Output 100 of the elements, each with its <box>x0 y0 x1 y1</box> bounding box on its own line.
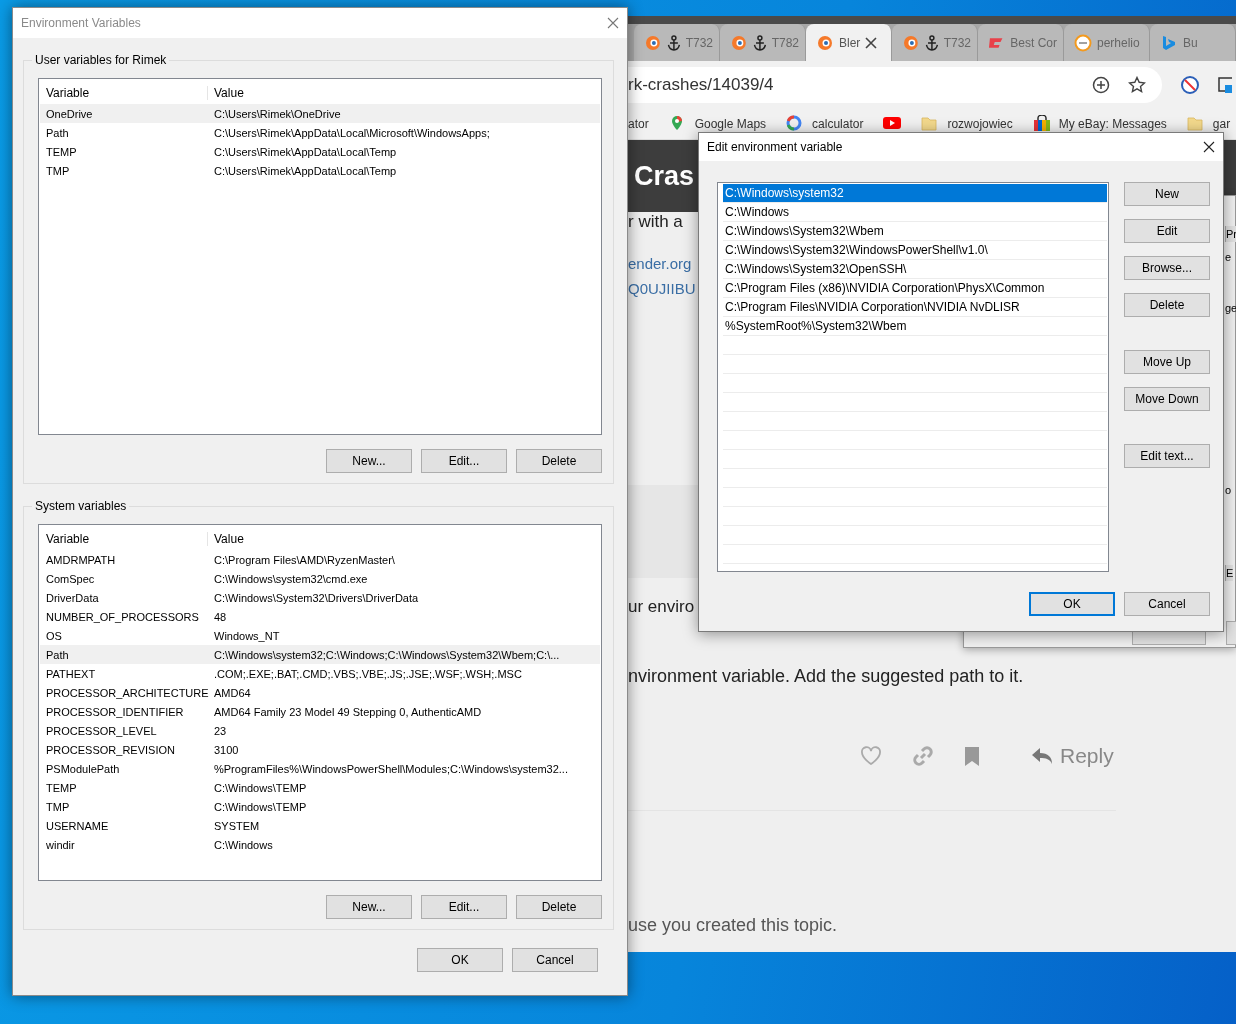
variable-row[interactable]: OneDrive C:\Users\Rimek\OneDrive <box>40 104 600 123</box>
variable-row[interactable]: PROCESSOR_IDENTIFIER AMD64 Family 23 Model 49 Stepping 0, AuthenticAMD <box>40 702 600 721</box>
column-header[interactable]: Variable <box>40 86 208 100</box>
dialog-button[interactable]: Move Down <box>1124 387 1210 411</box>
blocked-icon[interactable] <box>1180 75 1200 95</box>
variable-name: PROCESSOR_IDENTIFIER <box>45 705 185 718</box>
address-bar[interactable]: rk-crashes/14039/4 <box>628 67 1162 103</box>
variable-name: TEMP <box>45 145 78 158</box>
variable-name: AMDRMPATH <box>45 553 117 566</box>
variable-value: C:\Users\Rimek\AppData\Local\Temp <box>213 164 397 177</box>
dialog-button[interactable]: New <box>1124 182 1210 206</box>
link[interactable]: Q0UJIIBU <box>628 276 696 301</box>
bookmark[interactable]: calculator <box>786 115 864 133</box>
variable-value: AMD64 <box>213 686 251 699</box>
variable-row[interactable]: DriverData C:\Windows\System32\Drivers\DriverData <box>40 588 600 607</box>
variable-value: C:\Windows <box>213 838 273 851</box>
variable-value: C:\Users\Rimek\AppData\Local\Temp <box>213 145 397 158</box>
link[interactable]: ender.org <box>628 251 692 276</box>
dialog-button[interactable]: Browse... <box>1124 256 1210 280</box>
dialog-button[interactable]: Move Up <box>1124 350 1210 374</box>
variable-name: TMP <box>45 164 71 177</box>
variable-name: PROCESSOR_LEVEL <box>45 724 158 737</box>
label-text: ge <box>1225 302 1236 314</box>
variable-name: TMP <box>45 800 71 813</box>
variable-row[interactable]: TEMP C:\Windows\TEMP <box>40 778 600 797</box>
close-icon[interactable] <box>865 36 878 49</box>
window-icon[interactable] <box>1218 75 1232 95</box>
variable-row[interactable]: AMDRMPATH C:\Program Files\AMD\RyzenMaster\ <box>40 550 600 569</box>
path-entry[interactable]: C:\Program Files (x86)\NVIDIA Corporation\PhysX\Common <box>723 279 1107 298</box>
variable-row[interactable]: TMP C:\Users\Rimek\AppData\Local\Temp <box>40 161 600 180</box>
dialog-button[interactable]: Cancel <box>1124 592 1210 616</box>
variable-row[interactable]: windir C:\Windows <box>40 835 600 854</box>
variable-row[interactable]: PATHEXT .COM;.EXE;.BAT;.CMD;.VBS;.VBE;.JS;.JSE;.WSF;.WSH;.MSC <box>40 664 600 683</box>
path-entry[interactable]: C:\Program Files\NVIDIA Corporation\NVIDIA NvDLISR <box>723 298 1107 317</box>
path-entry[interactable]: %SystemRoot%\System32\Wbem <box>723 317 1107 336</box>
close-icon[interactable] <box>1203 141 1215 153</box>
dialog-button[interactable]: Delete <box>1124 293 1210 317</box>
topic-title: Cras <box>634 160 695 192</box>
variable-name: PSModulePath <box>45 762 121 775</box>
variable-row[interactable]: PROCESSOR_REVISION 3100 <box>40 740 600 759</box>
label-text: E <box>1225 565 1234 581</box>
window-title: Environment Variables <box>21 16 141 30</box>
variable-row[interactable]: Path C:\Users\Rimek\AppData\Local\Microsoft\WindowsApps; <box>40 123 600 142</box>
browser-tab[interactable]: Bler <box>806 24 892 61</box>
bookmark[interactable]: rozwojowiec <box>921 115 1013 133</box>
variable-row[interactable]: OS Windows_NT <box>40 626 600 645</box>
eye-icon <box>730 33 748 52</box>
variable-row[interactable]: ComSpec C:\Windows\system32\cmd.exe <box>40 569 600 588</box>
path-list[interactable] <box>717 182 1109 572</box>
column-header[interactable]: Value <box>208 532 244 546</box>
dialog-button[interactable]: New... <box>326 449 412 473</box>
variable-row[interactable]: USERNAME SYSTEM <box>40 816 600 835</box>
dialog-button[interactable]: Cancel <box>512 948 598 972</box>
bookmark[interactable]: My eBay: Messages <box>1032 115 1167 133</box>
url-text: rk-crashes/14039/4 <box>628 75 775 95</box>
variable-value: %ProgramFiles%\WindowsPowerShell\Modules;C:\Windows\system32... <box>213 762 568 775</box>
variable-value: 3100 <box>213 743 239 756</box>
column-header[interactable]: Variable <box>40 532 208 546</box>
bookmark[interactable]: ator <box>628 117 649 131</box>
post-text: ur enviro <box>628 596 695 618</box>
path-entry[interactable]: C:\Windows\System32\WindowsPowerShell\v1.0\ <box>723 241 1107 260</box>
path-entry[interactable]: C:\Windows\system32 <box>723 184 1107 203</box>
bookmark[interactable]: gar <box>1186 115 1231 133</box>
dialog-button[interactable]: Delete <box>516 449 602 473</box>
variable-row[interactable]: TMP C:\Windows\TEMP <box>40 797 600 816</box>
variable-value: C:\Windows\TEMP <box>213 800 307 813</box>
eye-icon <box>644 33 662 52</box>
variables-list[interactable] <box>38 524 602 881</box>
variable-name: Path <box>45 126 70 139</box>
variable-name: ComSpec <box>45 572 96 585</box>
dialog-button[interactable]: OK <box>417 948 503 972</box>
variable-name: NUMBER_OF_PROCESSORS <box>45 610 200 623</box>
dialog-button[interactable]: Edit... <box>421 449 507 473</box>
dialog-button[interactable]: Edit... <box>421 895 507 919</box>
variable-row[interactable]: PSModulePath %ProgramFiles%\WindowsPowerShell\Modules;C:\Windows\system32... <box>40 759 600 778</box>
bookmark[interactable]: Google Maps <box>668 115 767 133</box>
dialog-button[interactable]: Delete <box>516 895 602 919</box>
variable-row[interactable]: NUMBER_OF_PROCESSORS 48 <box>40 607 600 626</box>
column-header[interactable]: Value <box>208 86 244 100</box>
path-entry[interactable]: C:\Windows\System32\Wbem <box>723 222 1107 241</box>
path-entry[interactable]: C:\Windows\System32\OpenSSH\ <box>723 260 1107 279</box>
anchor-icon <box>666 34 681 51</box>
dialog-button[interactable]: New... <box>326 895 412 919</box>
variable-row[interactable]: TEMP C:\Users\Rimek\AppData\Local\Temp <box>40 142 600 161</box>
star-icon[interactable] <box>1128 76 1146 94</box>
dialog-button[interactable]: Edit text... <box>1124 444 1210 468</box>
path-entry[interactable]: C:\Windows <box>723 203 1107 222</box>
variable-row[interactable]: PROCESSOR_LEVEL 23 <box>40 721 600 740</box>
variable-row[interactable]: Path C:\Windows\system32;C:\Windows;C:\Windows\System32\Wbem;C:\... <box>40 645 600 664</box>
post-text: r with a <box>628 212 683 232</box>
variables-list[interactable]: Variable Value OneDrive C:\Users\Rimek\OneDrive Path C:\Users\Rimek\AppData\Local\Microsoft\WindowsApps; TEMP C:\Users\Rimek\AppData\Local\Temp TMP C:\Users\Rimek\AppData\Local\Temp <box>38 78 602 435</box>
variable-value: C:\Windows\TEMP <box>213 781 307 794</box>
add-icon[interactable] <box>1092 76 1110 94</box>
dialog-button[interactable]: OK <box>1029 592 1115 616</box>
label-text: Pr <box>1225 226 1236 242</box>
post-text: nvironment variable. Add the suggested path to it. <box>628 665 1024 687</box>
dialog-button[interactable]: Edit <box>1124 219 1210 243</box>
variable-value: .COM;.EXE;.BAT;.CMD;.VBS;.VBE;.JS;.JSE;.WSF;.WSH;.MSC <box>213 667 522 680</box>
label-text: o <box>1225 484 1232 496</box>
variable-row[interactable]: PROCESSOR_ARCHITECTURE AMD64 <box>40 683 600 702</box>
